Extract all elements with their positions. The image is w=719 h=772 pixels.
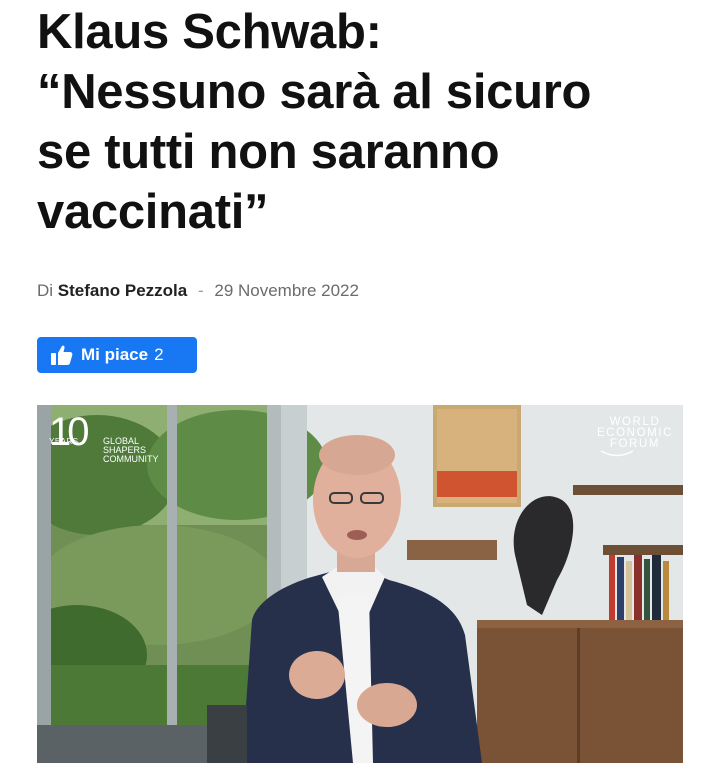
headline-line: Klaus Schwab: [37, 5, 382, 59]
logo-number: 10 [49, 410, 89, 454]
headline-line: se tutti non saranno [37, 125, 500, 179]
headline-line: “Nessuno sarà al sicuro [37, 65, 592, 119]
article-photo: 10 YEARS GLOBAL SHAPERS COMMUNITY WORLD … [37, 405, 683, 763]
like-label: Mi piace [81, 345, 149, 364]
publish-date: 29 Novembre 2022 [214, 281, 359, 300]
author-link[interactable]: Stefano Pezzola [58, 281, 187, 300]
logo-years: YEARS [49, 437, 79, 446]
like-button[interactable]: Mi piace 2 [37, 337, 197, 373]
like-count: 2 [154, 345, 164, 364]
logo-text: GLOBAL SHAPERS COMMUNITY [103, 436, 159, 464]
byline: Di Stefano Pezzola - 29 Novembre 2022 [37, 281, 359, 301]
world-economic-forum-logo: WORLD ECONOMIC FORUM [597, 416, 673, 458]
wef-line: FORUM [609, 438, 661, 450]
byline-separator: - [197, 281, 204, 300]
wef-arc-icon [600, 450, 634, 457]
thumbs-up-icon [51, 345, 73, 365]
headline-line: vaccinati” [37, 185, 269, 239]
article-headline: Klaus Schwab: “Nessuno sarà al sicuro se… [37, 2, 707, 242]
byline-prefix: Di [37, 281, 54, 300]
